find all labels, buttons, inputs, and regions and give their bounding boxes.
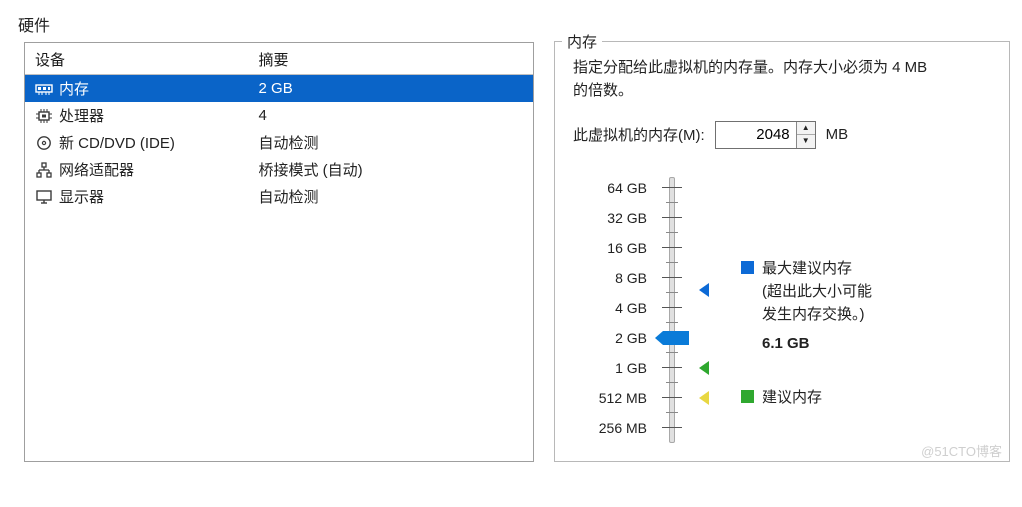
memory-tick-label: 16 GB xyxy=(607,233,655,263)
memory-spinner[interactable]: ▲ ▼ xyxy=(715,121,816,149)
min-memory-pointer-icon xyxy=(699,391,709,405)
col-header-summary[interactable]: 摘要 xyxy=(249,43,533,75)
device-row[interactable]: 新 CD/DVD (IDE) 自动检测 xyxy=(25,129,533,156)
memory-spin-up[interactable]: ▲ xyxy=(797,122,815,135)
memory-input-label: 此虚拟机的内存(M): xyxy=(573,124,705,145)
recommended-memory-pointer-icon xyxy=(699,361,709,375)
memory-tick-label: 64 GB xyxy=(607,173,655,203)
display-icon xyxy=(35,189,53,205)
col-header-device[interactable]: 设备 xyxy=(25,43,249,75)
memory-legend: 内存 xyxy=(562,31,602,52)
memory-settings-panel: 内存 指定分配给此虚拟机的内存量。内存大小必须为 4 MB 的倍数。 此虚拟机的… xyxy=(554,42,1010,462)
device-row[interactable]: 网络适配器 桥接模式 (自动) xyxy=(25,156,533,183)
memory-input[interactable] xyxy=(716,122,796,148)
memory-slider-thumb[interactable] xyxy=(663,331,689,345)
device-summary: 桥接模式 (自动) xyxy=(249,156,533,183)
recommended-memory-annotation: 建议内存 xyxy=(741,386,822,409)
square-icon xyxy=(741,390,754,403)
disc-icon xyxy=(35,135,53,151)
memory-tick-label: 8 GB xyxy=(615,263,655,293)
device-row[interactable]: 处理器 4 xyxy=(25,102,533,129)
device-list-panel: 设备 摘要 内存2 GB处理器4新 CD/DVD (IDE)自动检测网络适配器桥… xyxy=(24,42,534,462)
memory-tick-label: 4 GB xyxy=(615,293,655,323)
device-summary: 自动检测 xyxy=(249,129,533,156)
memory-spin-down[interactable]: ▼ xyxy=(797,134,815,148)
device-row[interactable]: 内存 2 GB xyxy=(25,75,533,103)
device-name: 显示器 xyxy=(59,186,104,207)
memory-tick-label: 2 GB xyxy=(615,323,655,353)
square-icon xyxy=(741,261,754,274)
memory-description: 指定分配给此虚拟机的内存量。内存大小必须为 4 MB 的倍数。 xyxy=(573,56,991,103)
device-summary: 4 xyxy=(249,102,533,129)
device-summary: 自动检测 xyxy=(249,183,533,210)
device-name: 内存 xyxy=(59,78,89,99)
nic-icon xyxy=(35,162,53,178)
device-row[interactable]: 显示器 自动检测 xyxy=(25,183,533,210)
memory-tick-label: 32 GB xyxy=(607,203,655,233)
memory-tick-label: 1 GB xyxy=(615,353,655,383)
memory-icon xyxy=(35,81,53,97)
memory-tick-label: 512 MB xyxy=(599,383,655,413)
device-name: 网络适配器 xyxy=(59,159,134,180)
device-name: 新 CD/DVD (IDE) xyxy=(59,132,175,153)
memory-unit: MB xyxy=(826,126,849,143)
device-summary: 2 GB xyxy=(249,75,533,103)
memory-tick-label: 256 MB xyxy=(599,413,655,443)
cpu-icon xyxy=(35,108,53,124)
memory-slider-area: 64 GB32 GB16 GB8 GB4 GB2 GB1 GB512 MB256… xyxy=(573,173,991,443)
max-memory-pointer-icon xyxy=(699,283,709,297)
device-name: 处理器 xyxy=(59,105,104,126)
max-memory-annotation: 最大建议内存(超出此大小可能发生内存交换。)6.1 GB xyxy=(741,257,872,356)
